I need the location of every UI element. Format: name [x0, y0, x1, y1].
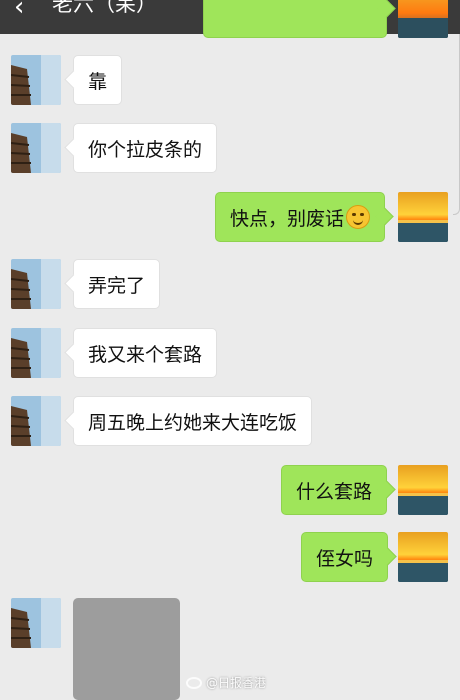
contact-avatar[interactable]	[11, 328, 61, 378]
contact-avatar[interactable]	[11, 55, 61, 105]
watermark: @日报香港	[186, 674, 266, 691]
message-bubble[interactable]: 快点，别废话	[215, 192, 386, 242]
message-text: 你个拉皮条的	[88, 138, 203, 161]
sender-avatar[interactable]	[398, 532, 448, 582]
sender-avatar[interactable]	[398, 465, 448, 515]
message-bubble[interactable]: 靠	[73, 55, 123, 105]
contact-avatar[interactable]	[11, 259, 61, 309]
contact-avatar[interactable]	[11, 598, 61, 648]
contact-avatar[interactable]	[11, 123, 61, 173]
sender-avatar[interactable]	[398, 0, 448, 38]
message-text: 弄完了	[88, 274, 146, 297]
message-bubble[interactable]: 周五晚上约她来大连吃饭	[73, 396, 313, 446]
message-bubble-partial	[203, 0, 387, 38]
message-bubble[interactable]: 弄完了	[73, 259, 161, 309]
message-text: 什么套路	[296, 480, 373, 503]
message-text: 我又来个套路	[88, 343, 203, 366]
weibo-icon	[186, 676, 202, 689]
watermark-text: @日报香港	[206, 676, 267, 690]
chat-area[interactable]: 靠 你个拉皮条的 快点，别废话 弄完了 我又来个套路 周五晚上约她来大连吃饭 什…	[0, 34, 460, 700]
message-text: 周五晚上约她来大连吃饭	[88, 411, 298, 434]
message-text: 侄女吗	[316, 547, 374, 570]
message-text: 靠	[88, 70, 108, 93]
smirk-emoji-icon	[346, 205, 371, 229]
image-message-placeholder[interactable]	[73, 598, 180, 700]
message-text: 快点，别废话	[230, 207, 345, 230]
message-bubble[interactable]: 你个拉皮条的	[73, 123, 218, 173]
message-bubble[interactable]: 我又来个套路	[73, 328, 218, 378]
sender-avatar[interactable]	[398, 192, 448, 242]
message-bubble[interactable]: 侄女吗	[301, 532, 389, 582]
back-arrow-icon[interactable]: ‹	[14, 0, 24, 20]
contact-avatar[interactable]	[11, 396, 61, 446]
chat-title: 老六（呆）	[52, 0, 157, 16]
message-bubble[interactable]: 什么套路	[281, 465, 388, 515]
